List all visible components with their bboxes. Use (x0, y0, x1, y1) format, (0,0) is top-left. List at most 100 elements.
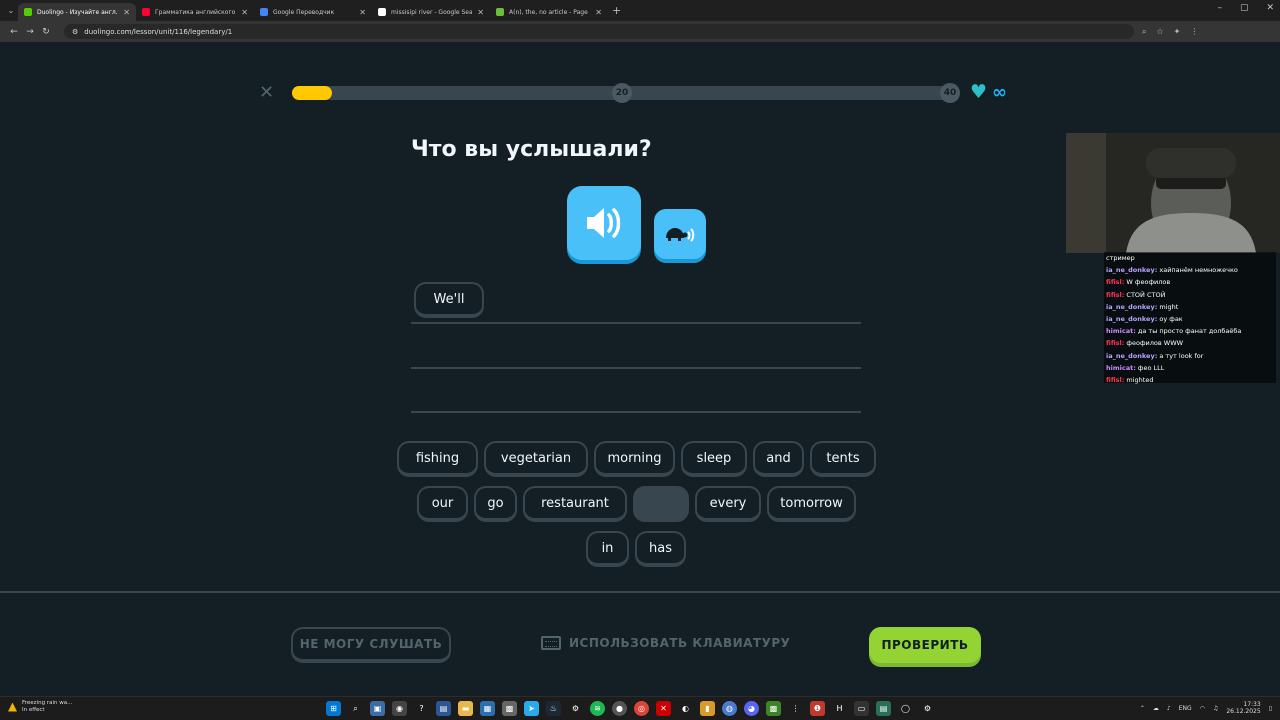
play-audio-button[interactable] (567, 186, 641, 260)
word-bank-chip[interactable]: and (753, 441, 804, 477)
minecraft-icon[interactable]: ▩ (766, 701, 781, 716)
weather-widget[interactable]: Freezing rain wa... In effect (8, 700, 72, 714)
mic-icon[interactable]: ♪ (1167, 705, 1171, 712)
milestone-marker: 20 (612, 83, 632, 103)
file-explorer-icon[interactable]: ▬ (458, 701, 473, 716)
chat-message: ia_ne_donkey: хайпанём немножечко (1106, 264, 1274, 276)
browser-tab[interactable]: A(n), the, no article - Page 3 of... ✕ (490, 3, 608, 21)
settings-icon[interactable]: ⚙ (920, 701, 935, 716)
url-input[interactable]: ⚙ duolingo.com/lesson/unit/116/legendary… (64, 24, 1134, 39)
word-bank-chip[interactable]: tents (810, 441, 876, 477)
chat-text: хайпанём немножечко (1159, 266, 1238, 275)
play-slow-audio-button[interactable] (654, 209, 706, 259)
discord-icon[interactable]: ◕ (744, 701, 759, 716)
site-info-icon[interactable]: ⚙ (72, 28, 78, 36)
word-bank-chip[interactable]: tomorrow (767, 486, 856, 522)
app-icon[interactable]: ▮ (700, 701, 715, 716)
app-icon[interactable]: ● (612, 701, 627, 716)
browser-tab[interactable]: missisipi river - Google Search ✕ (372, 3, 490, 21)
word-bank-chip[interactable]: sleep (681, 441, 747, 477)
use-keyboard-button[interactable]: ИСПОЛЬЗОВАТЬ КЛАВИАТУРУ (541, 636, 790, 650)
app-icon[interactable]: ◐ (678, 701, 693, 716)
language-indicator[interactable]: ENG (1179, 705, 1192, 712)
app-icon[interactable]: ◯ (898, 701, 913, 716)
tab-close-icon[interactable]: ✕ (595, 8, 602, 17)
app-icon[interactable]: H (832, 701, 847, 716)
tab-favicon-icon (24, 8, 32, 16)
word-bank-chip[interactable]: fishing (397, 441, 478, 477)
new-tab-button[interactable]: + (612, 4, 621, 17)
close-lesson-icon[interactable]: ✕ (259, 84, 274, 102)
browser-tab[interactable]: Duolingo - Изучайте англ... ✕ (18, 3, 136, 21)
app-icon[interactable]: ⋮ (788, 701, 803, 716)
chat-message: himicat: фео LLL (1106, 362, 1274, 374)
speaker-icon (587, 208, 621, 238)
word-bank-chip[interactable]: vegetarian (484, 441, 588, 477)
tab-close-icon[interactable]: ✕ (241, 8, 248, 17)
window-controls: – ▢ ✕ (1217, 3, 1274, 13)
hearts-value: ∞ (992, 81, 1008, 103)
bookmark-star-icon[interactable]: ☆ (1156, 27, 1163, 37)
search-icon[interactable]: ⌕ (348, 701, 363, 716)
check-button[interactable]: ПРОВЕРИТЬ (869, 627, 981, 663)
hearts-counter[interactable]: ♥ ∞ (970, 83, 1007, 102)
app-icon[interactable]: ◍ (722, 701, 737, 716)
tab-close-icon[interactable]: ✕ (477, 8, 484, 17)
cant-listen-button[interactable]: НЕ МОГУ СЛУШАТЬ (291, 627, 451, 663)
tab-favicon-icon (496, 8, 504, 16)
forward-icon[interactable]: → (22, 27, 38, 37)
word-bank-chip[interactable]: in (586, 531, 629, 567)
word-bank-chip[interactable]: has (635, 531, 686, 567)
app-icon[interactable]: ◉ (392, 701, 407, 716)
word-bank-chip[interactable]: go (474, 486, 517, 522)
tab-search-icon[interactable]: ⌄ (4, 4, 18, 18)
tab-title: Duolingo - Изучайте англ... (37, 8, 119, 16)
minimize-icon[interactable]: – (1217, 3, 1222, 13)
chrome-icon[interactable]: ◎ (634, 701, 649, 716)
chat-text: да ты просто фанат долбаёба (1137, 327, 1242, 336)
answer-line-1 (411, 322, 861, 324)
app-icon[interactable]: ▤ (436, 701, 451, 716)
terminal-icon[interactable]: ▭ (854, 701, 869, 716)
start-icon[interactable]: ⊞ (326, 701, 341, 716)
chat-text: феофилов WWW (1126, 339, 1184, 348)
menu-icon[interactable]: ⋮ (1190, 27, 1198, 37)
extensions-icon[interactable]: ✦ (1174, 27, 1181, 37)
maximize-icon[interactable]: ▢ (1240, 3, 1249, 13)
browser-tab[interactable]: Грамматика английского язы... ✕ (136, 3, 254, 21)
tab-close-icon[interactable]: ✕ (359, 8, 366, 17)
chat-username: fifisl: (1106, 376, 1125, 385)
app-icon[interactable]: ⚙ (568, 701, 583, 716)
close-window-icon[interactable]: ✕ (1266, 3, 1274, 13)
spotify-icon[interactable]: ≋ (590, 701, 605, 716)
tab-favicon-icon (142, 8, 150, 16)
word-bank-chip[interactable]: morning (594, 441, 675, 477)
word-bank-chip[interactable]: our (417, 486, 468, 522)
steam-icon[interactable]: ♨ (546, 701, 561, 716)
widgets-icon[interactable]: ▣ (370, 701, 385, 716)
address-bar-row: ← → ↻ ⚙ duolingo.com/lesson/unit/116/leg… (0, 21, 1280, 42)
app-icon[interactable]: ? (414, 701, 429, 716)
app-icon[interactable]: ▩ (502, 701, 517, 716)
answer-chip[interactable]: We'll (414, 282, 484, 318)
notifications-icon[interactable]: ▯ (1269, 705, 1272, 712)
volume-icon[interactable]: ♫ (1213, 705, 1218, 712)
tray-chevron-icon[interactable]: ⌃ (1140, 705, 1145, 712)
chat-username: ia_ne_donkey: (1106, 351, 1158, 360)
reload-icon[interactable]: ↻ (38, 27, 54, 37)
clock[interactable]: 17:33 26.12.2025 (1226, 701, 1260, 715)
app-icon[interactable]: ▤ (876, 701, 891, 716)
word-bank-chip[interactable]: every (695, 486, 761, 522)
browser-tab[interactable]: Google Переводчик ✕ (254, 3, 372, 21)
zoom-icon[interactable]: ⌕ (1142, 27, 1146, 37)
app-icon[interactable]: ✕ (656, 701, 671, 716)
chat-username: himicat: (1106, 327, 1136, 336)
network-icon[interactable]: ☁ (1153, 705, 1159, 712)
app-icon[interactable]: ❶ (810, 701, 825, 716)
word-bank-chip[interactable]: restaurant (523, 486, 627, 522)
tab-close-icon[interactable]: ✕ (123, 8, 130, 17)
app-icon[interactable]: ▦ (480, 701, 495, 716)
telegram-icon[interactable]: ➤ (524, 701, 539, 716)
wifi-icon[interactable]: ◠ (1200, 705, 1205, 712)
back-icon[interactable]: ← (6, 27, 22, 37)
